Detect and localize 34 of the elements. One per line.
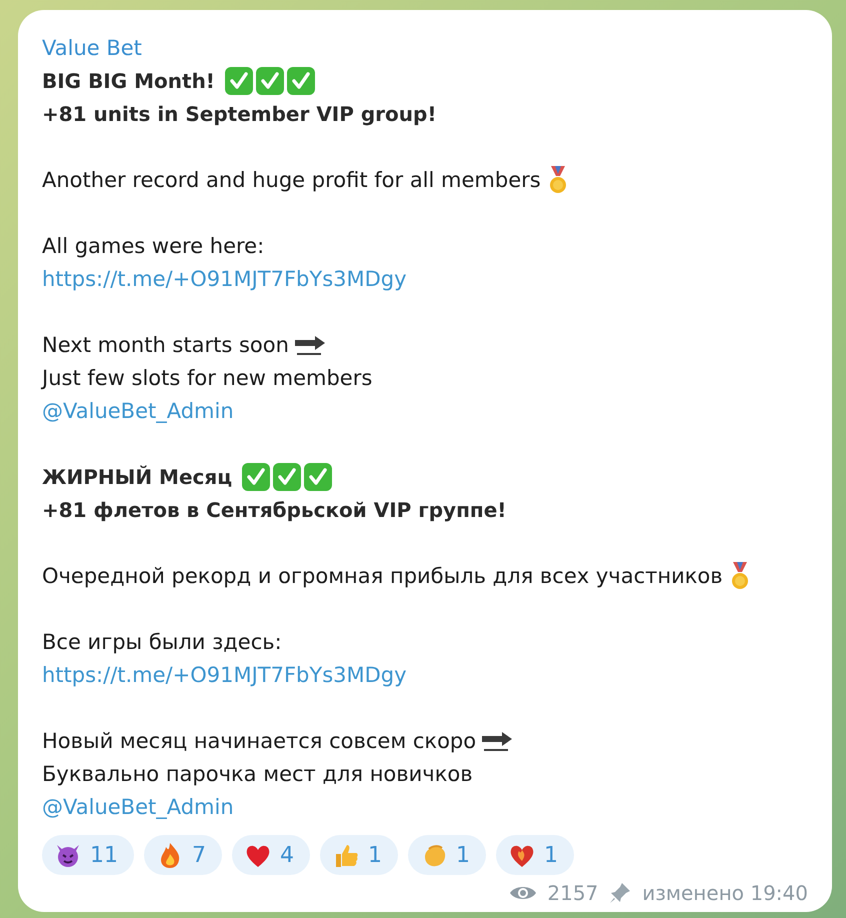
arrow-icon bbox=[292, 334, 327, 356]
message-link[interactable]: https://t.me/+O91MJT7FbYs3MDgy bbox=[42, 662, 407, 686]
check-icon bbox=[286, 66, 315, 94]
message-text: ЖИРНЫЙ Месяц bbox=[42, 464, 232, 488]
reaction-button[interactable]: 1 bbox=[496, 835, 574, 875]
message-text: Новый месяц начинается совсем скоро bbox=[42, 728, 476, 752]
message-text: +81 флетов в Сентябрьской VIP группе! bbox=[42, 498, 506, 522]
message-text: Just few slots for new members bbox=[42, 366, 372, 390]
check-icon bbox=[304, 462, 332, 490]
edited-time: изменено 19:40 bbox=[642, 881, 808, 905]
message-text: BIG BIG Month! bbox=[42, 68, 215, 92]
message-text: Буквально парочка мест для новичков bbox=[42, 762, 473, 786]
message-text: Another record and huge profit for all members bbox=[42, 168, 541, 192]
view-count: 2157 bbox=[547, 881, 598, 905]
message-text: Все игры были здесь: bbox=[42, 630, 282, 654]
check-icon bbox=[224, 66, 253, 94]
check-icon bbox=[256, 66, 284, 94]
reaction-button[interactable]: 7 bbox=[144, 835, 222, 875]
reaction-button[interactable]: 1 bbox=[408, 835, 486, 875]
message-text: Next month starts soon bbox=[42, 332, 289, 356]
reaction-button[interactable]: 11 bbox=[42, 835, 134, 875]
pin-icon bbox=[608, 881, 632, 905]
channel-name: Value Bet bbox=[42, 35, 143, 62]
arrow-icon bbox=[480, 730, 514, 752]
reaction-button[interactable]: 4 bbox=[232, 835, 310, 875]
message-text: Очередной рекорд и огромная прибыль для всех участников bbox=[42, 564, 723, 588]
check-icon bbox=[273, 462, 302, 490]
message-link[interactable]: @ValueBet_Admin bbox=[42, 794, 234, 818]
message-text: +81 units in September VIP group! bbox=[42, 102, 436, 126]
reaction-button[interactable]: 1 bbox=[320, 835, 398, 875]
check-icon bbox=[242, 462, 270, 490]
message-link[interactable]: @ValueBet_Admin bbox=[42, 398, 234, 422]
message-link[interactable]: https://t.me/+O91MJT7FbYs3MDgy bbox=[42, 266, 407, 290]
message-text: All games were here: bbox=[42, 234, 264, 258]
